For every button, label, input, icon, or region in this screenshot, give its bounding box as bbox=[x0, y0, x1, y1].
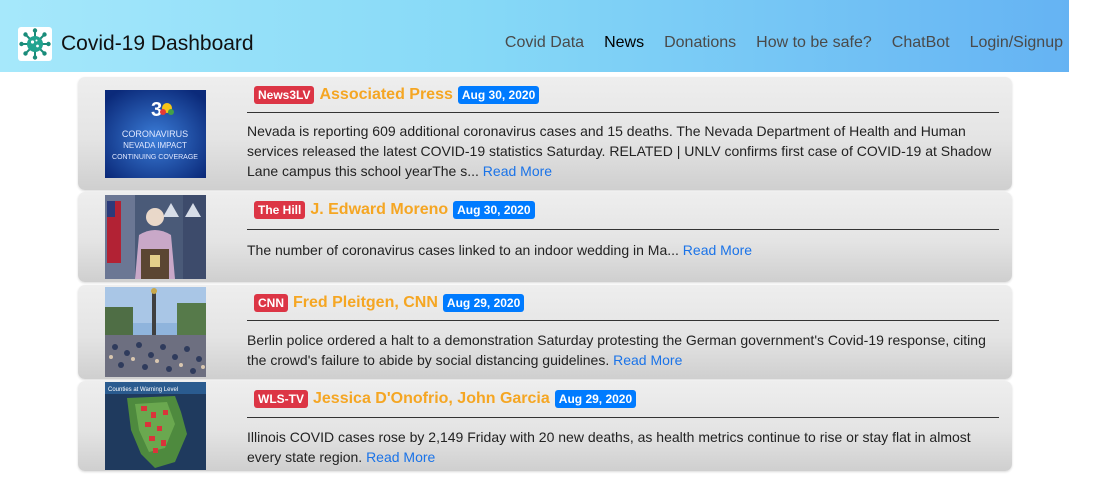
news-summary: Nevada is reporting 609 additional coron… bbox=[247, 121, 999, 181]
divider bbox=[247, 320, 999, 321]
date-badge: Aug 29, 2020 bbox=[554, 390, 637, 408]
news-card: Counties at Warning Level WLS-TV Jessica… bbox=[78, 381, 1012, 471]
news-header: CNN Fred Pleitgen, CNN Aug 29, 2020 bbox=[254, 294, 525, 312]
nav-how-to-be-safe[interactable]: How to be safe? bbox=[756, 34, 872, 52]
svg-text:NEVADA IMPACT: NEVADA IMPACT bbox=[123, 141, 187, 150]
read-more-link[interactable]: Read More bbox=[683, 242, 752, 258]
svg-text:CORONAVIRUS: CORONAVIRUS bbox=[122, 129, 188, 139]
news-thumbnail[interactable]: 3 CORONAVIRUS NEVADA IMPACT CONTINUING C… bbox=[105, 90, 206, 178]
source-badge: The Hill bbox=[254, 201, 306, 219]
date-badge: Aug 29, 2020 bbox=[442, 294, 525, 312]
nav-covid-data[interactable]: Covid Data bbox=[505, 34, 584, 52]
news-card: The Hill J. Edward Moreno Aug 30, 2020 T… bbox=[78, 192, 1012, 282]
summary-text: The number of coronavirus cases linked t… bbox=[247, 242, 679, 258]
author-name: J. Edward Moreno bbox=[310, 201, 449, 218]
svg-text:3: 3 bbox=[151, 99, 162, 121]
news-header: WLS-TV Jessica D'Onofrio, John Garcia Au… bbox=[254, 390, 637, 408]
news-thumbnail[interactable] bbox=[105, 195, 206, 279]
news-card: 3 CORONAVIRUS NEVADA IMPACT CONTINUING C… bbox=[78, 77, 1012, 190]
news-summary: The number of coronavirus cases linked t… bbox=[247, 240, 999, 260]
nav-chatbot[interactable]: ChatBot bbox=[892, 34, 950, 52]
news-summary: Illinois COVID cases rose by 2,149 Frida… bbox=[247, 427, 999, 467]
nav-login-signup[interactable]: Login/Signup bbox=[970, 34, 1063, 52]
news-thumbnail[interactable] bbox=[105, 287, 206, 377]
divider bbox=[247, 417, 999, 418]
date-badge: Aug 30, 2020 bbox=[453, 201, 535, 219]
nav-news[interactable]: News bbox=[604, 34, 644, 52]
illinois-map-image: Counties at Warning Level bbox=[105, 382, 206, 470]
summary-text: Illinois COVID cases rose by 2,149 Frida… bbox=[247, 429, 971, 465]
read-more-link[interactable]: Read More bbox=[366, 449, 435, 465]
summary-text: Nevada is reporting 609 additional coron… bbox=[247, 123, 992, 179]
svg-text:Counties at Warning Level: Counties at Warning Level bbox=[108, 387, 178, 393]
author-name: Fred Pleitgen, CNN bbox=[293, 294, 438, 311]
berlin-demonstration-image bbox=[105, 287, 206, 377]
main-nav: Covid Data News Donations How to be safe… bbox=[485, 34, 1063, 52]
nav-donations[interactable]: Donations bbox=[664, 34, 736, 52]
author-name: Associated Press bbox=[319, 86, 453, 103]
brand[interactable]: Covid-19 Dashboard bbox=[18, 26, 254, 62]
read-more-link[interactable]: Read More bbox=[483, 163, 552, 179]
navbar: Covid-19 Dashboard Covid Data News Donat… bbox=[0, 0, 1069, 72]
news-header: The Hill J. Edward Moreno Aug 30, 2020 bbox=[254, 201, 535, 219]
svg-text:CONTINUING COVERAGE: CONTINUING COVERAGE bbox=[112, 154, 198, 161]
read-more-link[interactable]: Read More bbox=[613, 352, 682, 368]
source-badge: CNN bbox=[254, 294, 288, 312]
date-badge: Aug 30, 2020 bbox=[457, 86, 540, 104]
news-card: CNN Fred Pleitgen, CNN Aug 29, 2020 Berl… bbox=[78, 285, 1012, 379]
press-conference-image bbox=[105, 195, 206, 279]
news-summary: Berlin police ordered a halt to a demons… bbox=[247, 330, 999, 370]
divider bbox=[247, 112, 999, 113]
news-thumbnail[interactable]: Counties at Warning Level bbox=[105, 382, 206, 470]
author-name: Jessica D'Onofrio, John Garcia bbox=[313, 390, 550, 407]
virus-icon bbox=[18, 27, 52, 61]
news3lv-coverage-image: 3 CORONAVIRUS NEVADA IMPACT CONTINUING C… bbox=[105, 90, 206, 178]
source-badge: News3LV bbox=[254, 86, 315, 104]
source-badge: WLS-TV bbox=[254, 390, 308, 408]
divider bbox=[247, 229, 999, 230]
brand-title: Covid-19 Dashboard bbox=[61, 32, 254, 55]
news-header: News3LV Associated Press Aug 30, 2020 bbox=[254, 86, 540, 104]
